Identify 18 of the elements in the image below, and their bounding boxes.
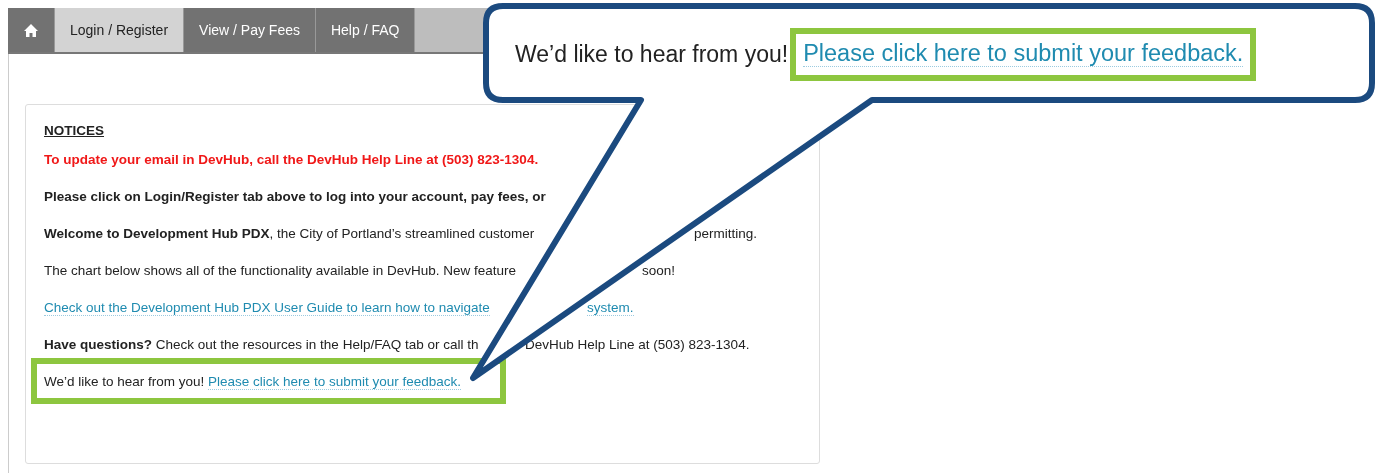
notices-heading: NOTICES xyxy=(44,123,105,138)
tab[interactable]: View / Pay Fees xyxy=(184,8,316,52)
feedback-link[interactable]: Please click here to submit your feedback. xyxy=(803,40,1244,67)
tab[interactable]: Login / Register xyxy=(55,8,185,52)
notice-text: Have questions? Check out the resources in the Help/FAQ tab or call th xyxy=(44,337,479,352)
tab[interactable]: Help / FAQ xyxy=(315,8,416,52)
notice-text: Welcome to Development Hub PDX, the City of Portland’s streamlined customer xyxy=(44,226,535,241)
notice-text: soon! xyxy=(642,263,676,278)
alert-text: To update your email in DevHub, call the DevHub Help Line at (503) 823-1304. xyxy=(44,152,539,167)
callout-text: We’d like to hear from you! xyxy=(515,41,789,68)
guide-link[interactable]: Check out the Development Hub PDX User Guide to learn how to navigate xyxy=(44,300,490,316)
feedback-link[interactable]: Please click here to submit your feedback. xyxy=(208,374,461,390)
notice-text: The chart below shows all of the functionality available in DevHub. New feature xyxy=(44,263,516,278)
feedback-text: We’d like to hear from you! Please click here to submit your feedback. xyxy=(44,374,461,389)
home-tab[interactable] xyxy=(8,8,55,52)
notice-text: permitting. xyxy=(694,226,758,241)
instruction-text: Please click on Login/Register tab above to log into your account, pay fees, or xyxy=(44,189,546,204)
home-icon xyxy=(23,22,39,38)
